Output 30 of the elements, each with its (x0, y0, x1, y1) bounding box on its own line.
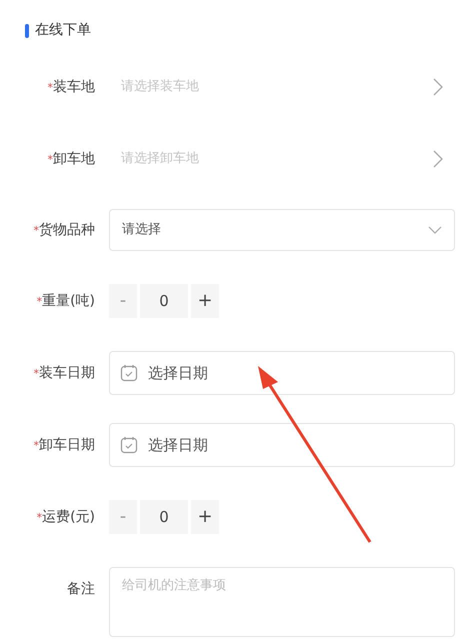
field-label: 运费(元) (42, 508, 95, 524)
required-mark: * (34, 438, 39, 452)
field-label: 装车地 (53, 78, 95, 94)
calendar-icon (120, 436, 138, 454)
plus-button[interactable]: + (191, 500, 219, 534)
date-field[interactable]: 选择日期 (109, 423, 455, 467)
chevron-right-icon (433, 78, 443, 96)
select-field[interactable]: 请选择 (109, 209, 455, 251)
calendar-icon (120, 364, 138, 382)
field-label: 货物品种 (39, 222, 95, 238)
field-label: 卸车地 (53, 150, 95, 166)
field-label: 装车日期 (39, 364, 95, 380)
chevron-down-icon (428, 226, 442, 234)
required-mark: * (36, 510, 42, 524)
required-mark: * (34, 224, 39, 236)
date-field[interactable]: 选择日期 (109, 351, 455, 395)
plus-button[interactable]: + (191, 284, 219, 318)
field-label: 卸车日期 (39, 436, 95, 452)
field-label: 重量(吨) (42, 292, 95, 308)
required-mark: * (48, 152, 53, 166)
required-mark: * (34, 366, 39, 380)
number-input[interactable]: 0 (140, 500, 188, 534)
notes-field[interactable]: 给司机的注意事项 (109, 567, 455, 637)
field-label: 备注 (66, 580, 96, 599)
required-mark: * (36, 294, 42, 308)
number-input[interactable]: 0 (140, 284, 188, 318)
chevron-right-icon (433, 150, 443, 168)
title-marker (25, 24, 29, 38)
section-title: 在线下单 (35, 21, 91, 40)
required-mark: * (48, 80, 53, 94)
